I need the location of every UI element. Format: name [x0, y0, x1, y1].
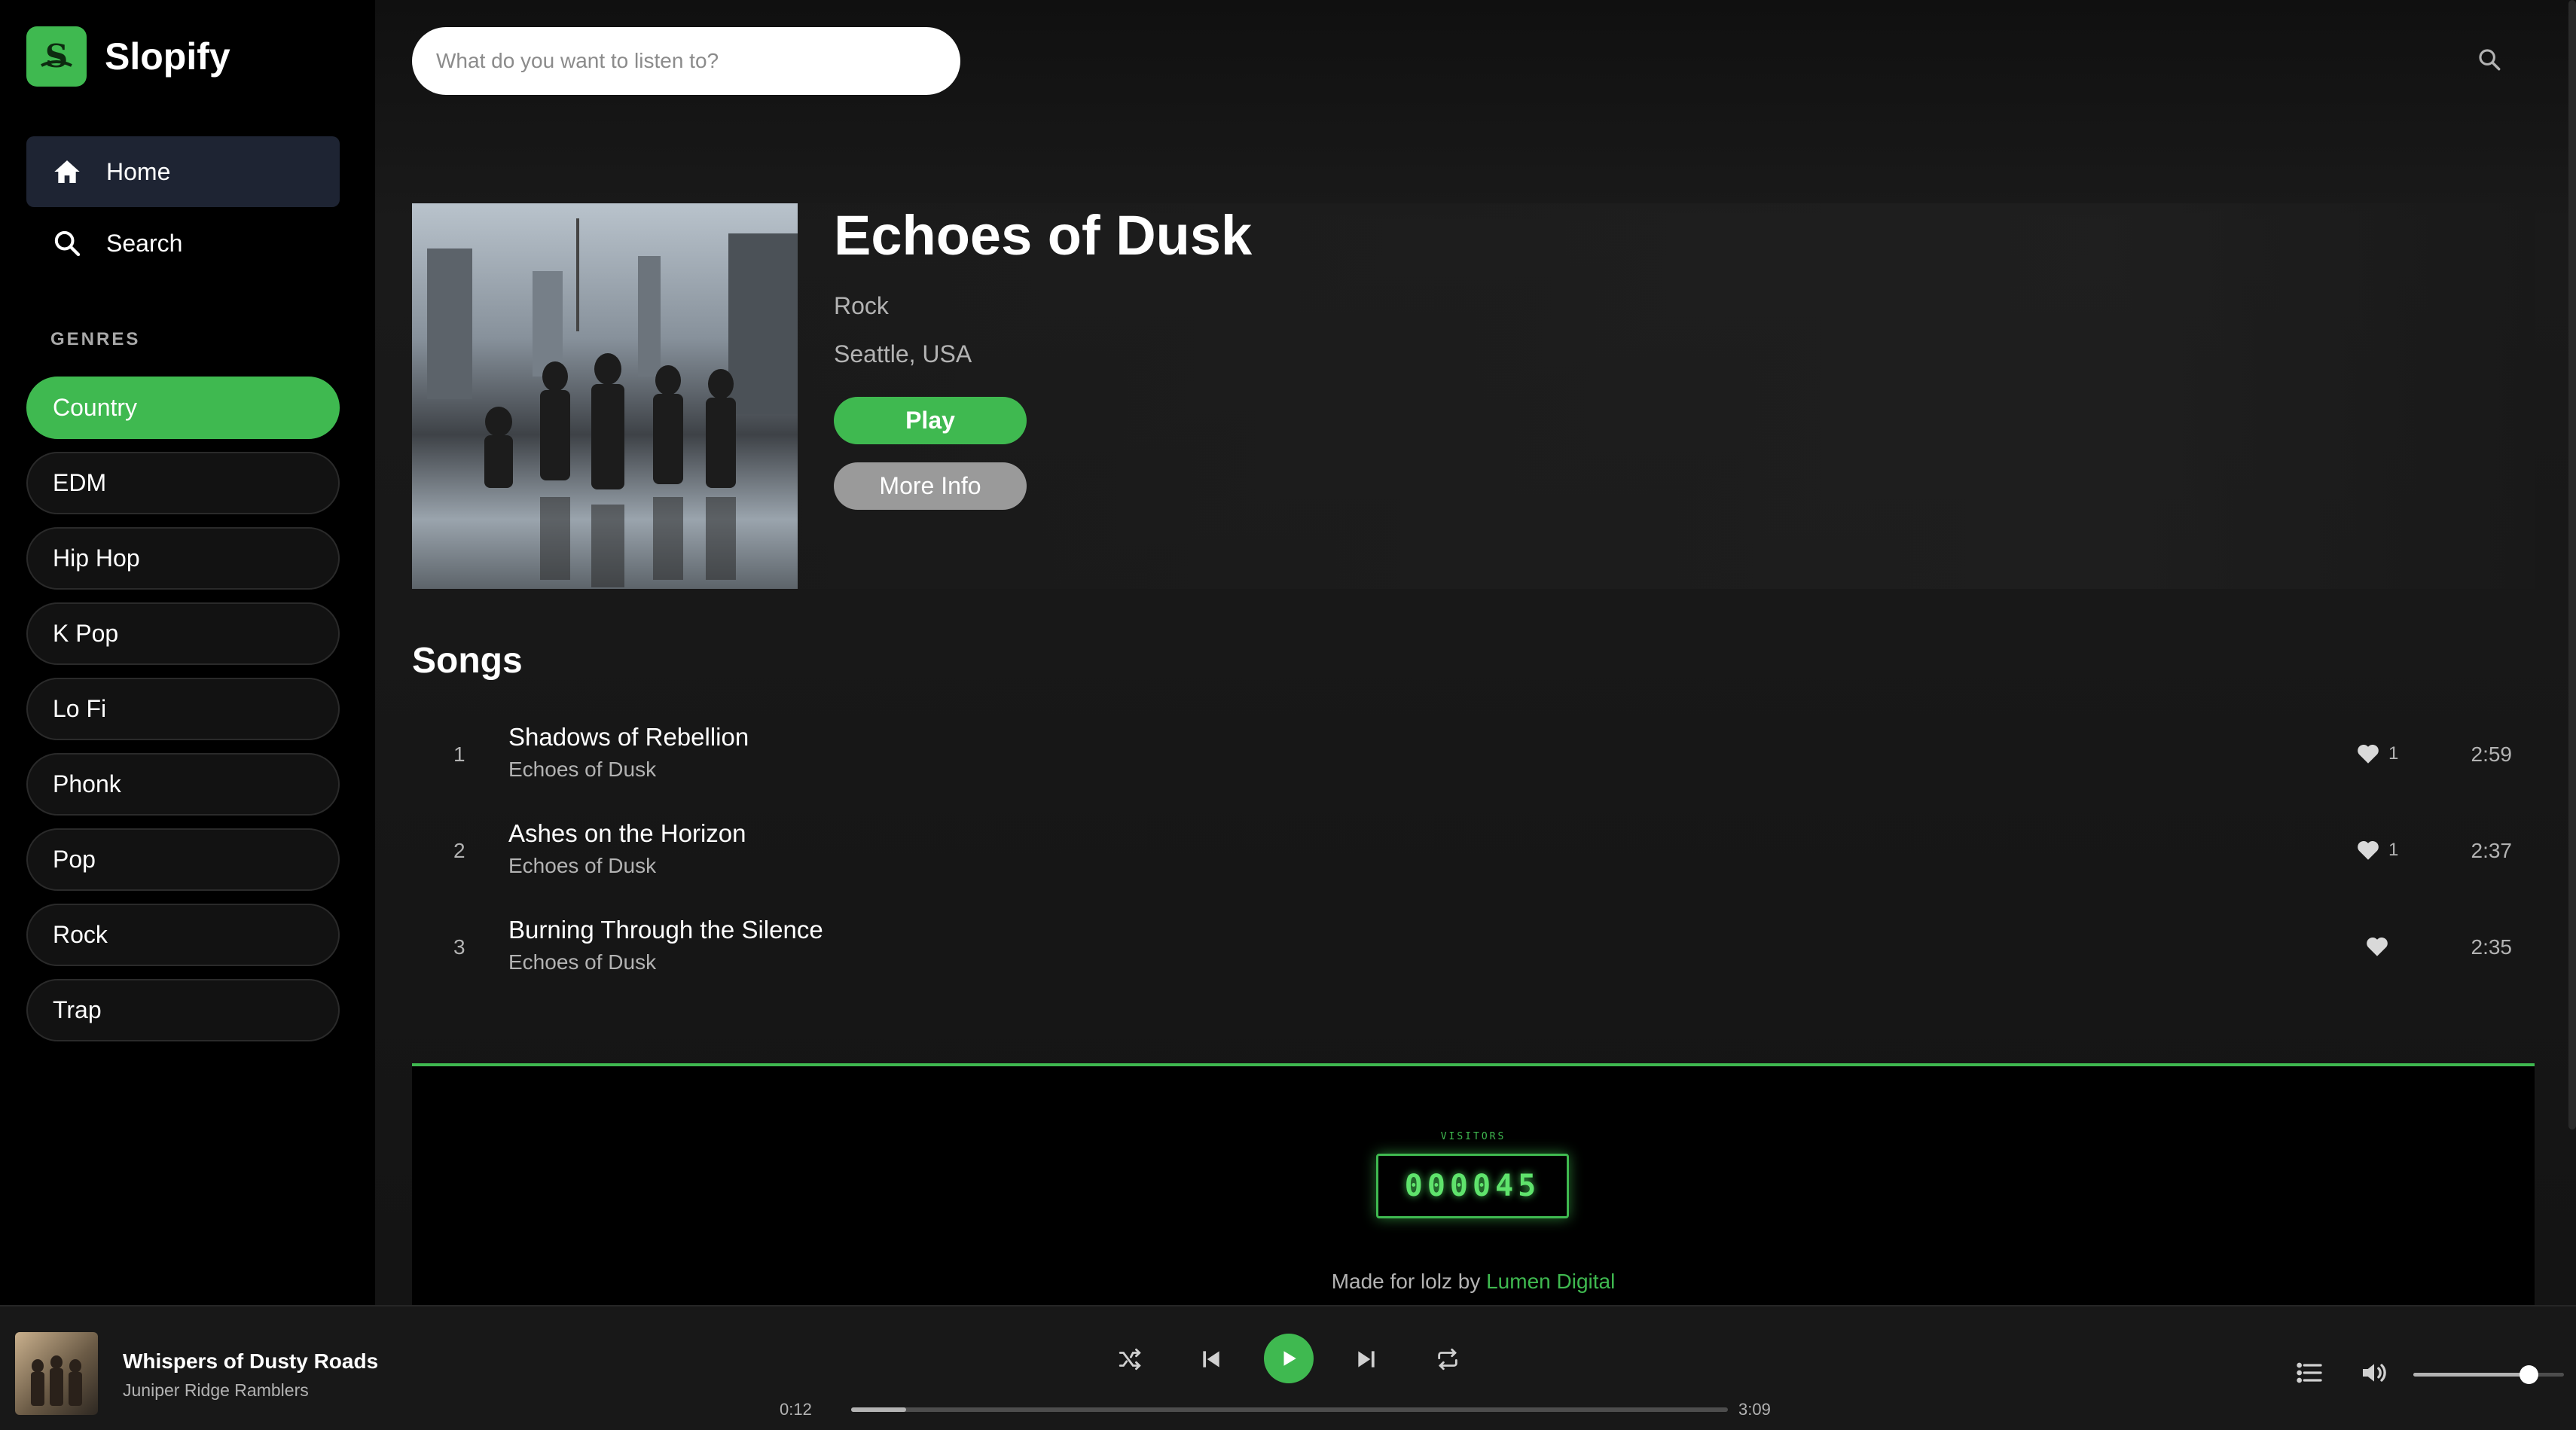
song-artist[interactable]: Echoes of Dusk [508, 854, 656, 878]
visitors-label: VISITORS [1440, 1131, 1506, 1142]
volume-knob[interactable] [2520, 1365, 2538, 1384]
song-row[interactable]: 3 Burning Through the Silence Echoes of … [412, 902, 2535, 992]
slopify-logo-icon: S [26, 26, 87, 87]
like-button[interactable]: 1 [2355, 837, 2398, 863]
search-icon [54, 230, 81, 257]
song-title: Burning Through the Silence [508, 916, 823, 944]
volume-icon[interactable] [2359, 1358, 2389, 1388]
like-button[interactable] [2364, 934, 2397, 959]
genre-phonk[interactable]: Phonk [26, 753, 340, 816]
artist-location: Seattle, USA [834, 340, 972, 367]
play-button[interactable]: Play [834, 397, 1027, 444]
elapsed-time: 0:12 [780, 1400, 812, 1419]
nav-home-label: Home [106, 157, 171, 185]
genres-heading: GENRES [50, 329, 141, 349]
nav-home[interactable]: Home [26, 136, 340, 207]
now-playing-artist[interactable]: Juniper Ridge Ramblers [123, 1380, 309, 1401]
genre-edm[interactable]: EDM [26, 452, 340, 514]
song-number: 1 [453, 742, 465, 766]
sidebar: S Slopify Home Search GENRES Country EDM… [0, 0, 375, 1305]
shuffle-button[interactable] [1107, 1337, 1152, 1382]
app-name: Slopify [105, 35, 230, 78]
like-button[interactable]: 1 [2355, 741, 2398, 767]
previous-button[interactable] [1189, 1337, 1234, 1382]
song-artist[interactable]: Echoes of Dusk [508, 950, 656, 974]
volume-fill [2413, 1365, 2538, 1384]
song-row[interactable]: 2 Ashes on the Horizon Echoes of Dusk 1 … [412, 806, 2535, 896]
like-count: 1 [2388, 840, 2399, 860]
genre-hip-hop[interactable]: Hip Hop [26, 527, 340, 590]
svg-text:S: S [45, 38, 68, 75]
player-bar: Whispers of Dusty Roads Juniper Ridge Ra… [0, 1305, 2576, 1430]
genre-k-pop[interactable]: K Pop [26, 602, 340, 665]
artist-hero: Echoes of Dusk Rock Seattle, USA Play Mo… [412, 203, 2535, 589]
repeat-button[interactable] [1425, 1337, 1470, 1382]
search-bar[interactable] [412, 27, 960, 95]
genre-country[interactable]: Country [26, 377, 340, 439]
visitor-counter: 000045 [1376, 1154, 1569, 1218]
song-title: Shadows of Rebellion [508, 723, 749, 751]
genre-rock[interactable]: Rock [26, 904, 340, 966]
now-playing-cover[interactable] [15, 1332, 98, 1415]
song-duration: 2:59 [2471, 742, 2513, 766]
shuffle-icon [1119, 1348, 1141, 1371]
song-artist[interactable]: Echoes of Dusk [508, 758, 656, 782]
more-info-button[interactable]: More Info [834, 462, 1027, 510]
volume-slider[interactable] [2413, 1365, 2564, 1384]
repeat-icon [1438, 1348, 1457, 1371]
play-pause-button[interactable] [1264, 1334, 1314, 1383]
scrollbar[interactable] [2568, 0, 2576, 1130]
nav-search[interactable]: Search [26, 208, 340, 279]
main-content: Echoes of Dusk Rock Seattle, USA Play Mo… [375, 0, 2576, 1305]
song-number: 3 [453, 935, 465, 959]
song-row[interactable]: 1 Shadows of Rebellion Echoes of Dusk 1 … [412, 709, 2535, 800]
genre-trap[interactable]: Trap [26, 979, 340, 1041]
heart-icon [2358, 840, 2379, 860]
songs-heading: Songs [412, 641, 523, 681]
progress-fill [851, 1407, 907, 1412]
song-duration: 2:37 [2471, 839, 2513, 862]
artist-image [412, 203, 798, 589]
song-duration: 2:35 [2471, 935, 2513, 959]
heart-icon [2358, 744, 2379, 764]
nav-search-label: Search [106, 229, 183, 257]
skip-previous-icon [1203, 1351, 1219, 1367]
genre-lo-fi[interactable]: Lo Fi [26, 678, 340, 740]
total-time: 3:09 [1738, 1400, 1771, 1419]
footer: VISITORS 000045 Made for lolz by Lumen D… [412, 1063, 2535, 1305]
credit-link[interactable]: Lumen Digital [1486, 1270, 1615, 1293]
search-input[interactable] [436, 49, 933, 73]
artist-genre: Rock [834, 292, 889, 319]
progress-bar[interactable] [851, 1407, 1728, 1412]
song-title: Ashes on the Horizon [508, 819, 746, 847]
made-for-prefix: Made for lolz by [1331, 1270, 1487, 1293]
home-icon [54, 160, 80, 183]
made-for-text: Made for lolz by Lumen Digital [412, 1270, 2535, 1294]
artist-name: Echoes of Dusk [834, 204, 1253, 267]
heart-icon [2367, 937, 2388, 956]
now-playing-title[interactable]: Whispers of Dusty Roads [123, 1349, 378, 1374]
brand[interactable]: S Slopify [26, 26, 230, 87]
play-icon [1283, 1351, 1296, 1366]
genre-pop[interactable]: Pop [26, 828, 340, 891]
queue-icon[interactable] [2294, 1358, 2324, 1388]
skip-next-icon [1358, 1351, 1375, 1367]
next-button[interactable] [1344, 1337, 1389, 1382]
search-icon[interactable] [2477, 47, 2502, 72]
like-count: 1 [2388, 743, 2399, 764]
song-number: 2 [453, 839, 465, 862]
